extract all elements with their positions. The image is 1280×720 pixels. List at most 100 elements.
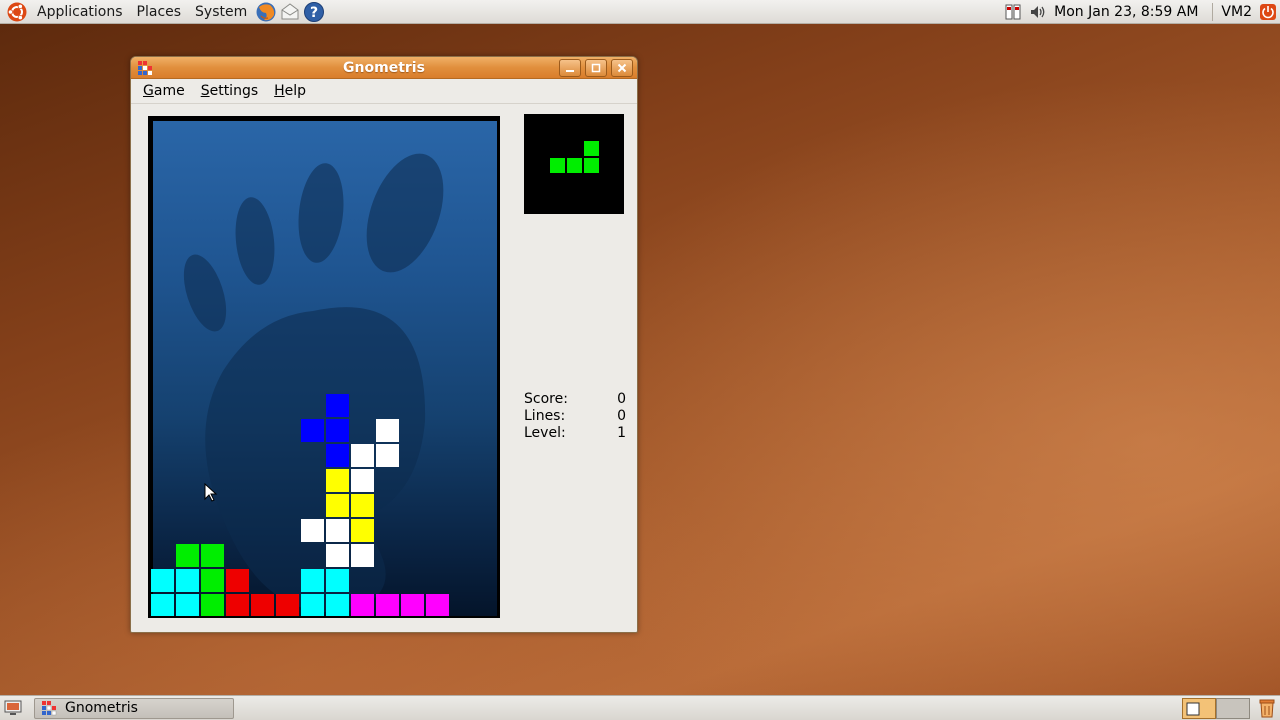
game-menu-label: ame: [153, 82, 185, 99]
level-value: 1: [617, 425, 626, 441]
block-magenta: [376, 594, 399, 616]
block-white: [351, 469, 374, 492]
block-green: [584, 158, 599, 173]
workspace-window-icon: [1186, 702, 1200, 715]
workspace-2[interactable]: [1216, 697, 1250, 719]
minimize-button[interactable]: [559, 58, 581, 77]
block-white: [376, 419, 399, 442]
clock[interactable]: Mon Jan 23, 8:59 AM: [1050, 4, 1208, 20]
window-menubar: Game Settings Help: [131, 79, 637, 104]
block-green: [201, 544, 224, 567]
block-green: [567, 158, 582, 173]
lines-value: 0: [617, 408, 626, 424]
block-cyan: [151, 569, 174, 592]
block-green: [550, 158, 565, 173]
block-yellow: [351, 519, 374, 542]
next-piece-preview: [524, 114, 624, 214]
block-yellow: [351, 494, 374, 517]
places-menu[interactable]: Places: [130, 0, 189, 24]
close-icon: [617, 63, 627, 72]
score-row: Score: 0: [524, 391, 626, 408]
mail-icon[interactable]: [279, 1, 301, 23]
block-cyan: [176, 569, 199, 592]
level-label: Level:: [524, 425, 566, 441]
block-red: [226, 594, 249, 616]
block-blue: [301, 419, 324, 442]
workspace-1[interactable]: [1182, 697, 1216, 719]
gnometris-app-icon[interactable]: [137, 60, 153, 76]
help-menu-mnemonic: H: [274, 82, 285, 99]
trash-icon[interactable]: [1256, 697, 1278, 719]
block-white: [326, 519, 349, 542]
system-menu[interactable]: System: [188, 0, 254, 24]
game-board[interactable]: [148, 116, 500, 618]
volume-icon[interactable]: [1029, 3, 1047, 21]
block-cyan: [301, 594, 324, 616]
block-magenta: [426, 594, 449, 616]
score-value: 0: [617, 391, 626, 407]
panel-tray: Mon Jan 23, 8:59 AM VM2: [1002, 0, 1280, 24]
block-cyan: [301, 569, 324, 592]
block-magenta: [351, 594, 374, 616]
block-white: [351, 544, 374, 567]
block-green: [201, 569, 224, 592]
stats-panel: Score: 0 Lines: 0 Level: 1: [524, 391, 626, 442]
block-blue: [326, 444, 349, 467]
block-yellow: [326, 494, 349, 517]
block-cyan: [176, 594, 199, 616]
svg-text:?: ?: [310, 5, 318, 21]
block-magenta: [401, 594, 424, 616]
block-white: [301, 519, 324, 542]
lines-label: Lines:: [524, 408, 566, 424]
game-menu-mnemonic: G: [143, 82, 154, 99]
block-green: [176, 544, 199, 567]
applications-menu[interactable]: Applications: [30, 0, 130, 24]
block-red: [276, 594, 299, 616]
block-green: [201, 594, 224, 616]
close-button[interactable]: [611, 58, 633, 77]
block-cyan: [151, 594, 174, 616]
maximize-button[interactable]: [585, 58, 607, 77]
mouse-pointer-icon: [204, 483, 218, 502]
block-blue: [326, 394, 349, 417]
ubuntu-logo-icon[interactable]: [6, 1, 28, 23]
block-white: [326, 544, 349, 567]
block-green: [584, 141, 599, 156]
settings-menu-mnemonic: S: [200, 82, 210, 99]
top-panel: Applications Places System ? Mon Jan 23,…: [0, 0, 1280, 24]
block-cyan: [326, 594, 349, 616]
gnometris-window: Gnometris Game Settings Help Score: 0 Li…: [130, 56, 638, 633]
settings-menu[interactable]: Settings: [193, 79, 266, 104]
level-row: Level: 1: [524, 425, 626, 442]
score-label: Score:: [524, 391, 568, 407]
block-blue: [326, 419, 349, 442]
firefox-icon[interactable]: [255, 1, 277, 23]
bottom-panel: Gnometris: [0, 695, 1280, 720]
window-controls: [555, 58, 633, 77]
show-desktop-button[interactable]: [2, 697, 24, 719]
minimize-icon: [566, 69, 574, 72]
block-white: [376, 444, 399, 467]
taskbar-gnometris-label: Gnometris: [65, 700, 138, 716]
board-blocks: [151, 394, 449, 616]
help-menu[interactable]: Help: [266, 79, 314, 104]
block-red: [251, 594, 274, 616]
show-desktop-icon: [4, 700, 22, 715]
maximize-icon: [591, 63, 601, 72]
user-switcher[interactable]: VM2: [1217, 4, 1256, 20]
shutdown-icon[interactable]: [1259, 3, 1277, 21]
help-menu-label: elp: [284, 82, 307, 99]
workspace-switcher: [1182, 696, 1280, 720]
block-white: [351, 444, 374, 467]
preview-blocks: [550, 141, 599, 173]
block-yellow: [326, 469, 349, 492]
panel-separator: [1212, 2, 1214, 21]
taskbar-gnometris-button[interactable]: Gnometris: [34, 697, 234, 719]
help-icon[interactable]: ?: [303, 1, 325, 23]
game-menu[interactable]: Game: [135, 79, 193, 104]
block-red: [226, 569, 249, 592]
lines-row: Lines: 0: [524, 408, 626, 425]
window-titlebar[interactable]: Gnometris: [131, 57, 637, 79]
network-icon[interactable]: [1005, 3, 1023, 21]
block-cyan: [326, 569, 349, 592]
